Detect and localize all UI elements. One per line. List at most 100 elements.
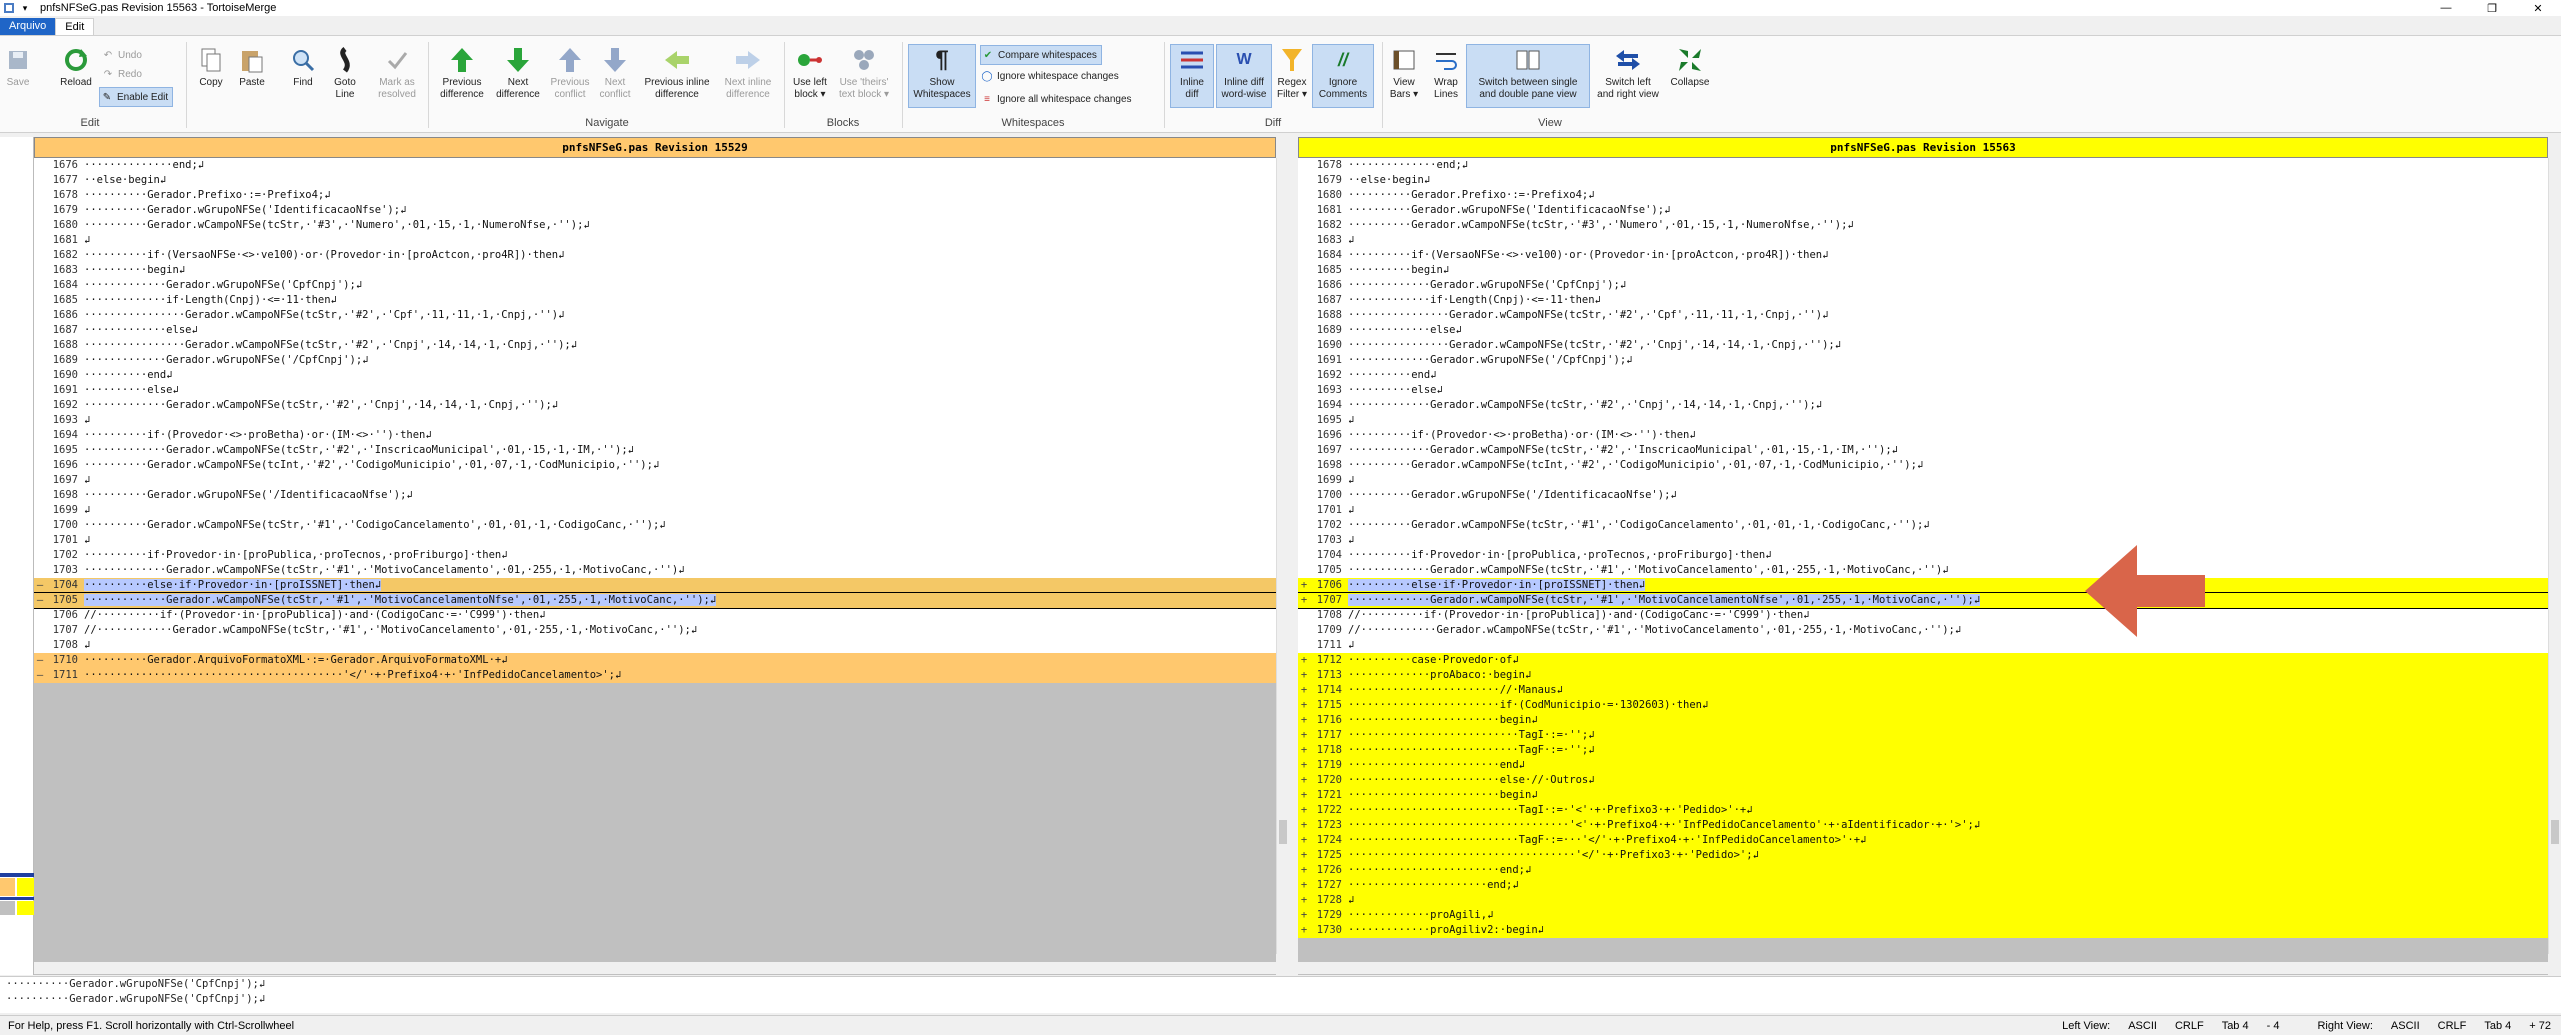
code-line[interactable]: 1685 ··········begin↲ [1298,263,2548,278]
code-line[interactable]: 1702 ··········Gerador.wCampoNFSe(tcStr,·… [1298,518,2548,533]
code-line[interactable]: 1692 ·············Gerador.wCampoNFSe(tcSt… [34,398,1276,413]
tab-file[interactable]: Arquivo [0,18,56,36]
code-line[interactable]: +1722 ···························TagI·:=·… [1298,803,2548,818]
ignore-whitespace-changes-option[interactable]: ◯ Ignore whitespace changes [980,66,1118,86]
code-line[interactable]: 1697 ·············Gerador.wCampoNFSe(tcSt… [1298,443,2548,458]
code-line[interactable]: 1697 ↲ [34,473,1276,488]
code-line[interactable]: 1683 ··········begin↲ [34,263,1276,278]
code-line[interactable]: +1721 ························begin↲ [1298,788,2548,803]
code-line[interactable]: 1681 ↲ [34,233,1276,248]
code-line[interactable]: — 1711 ···································… [34,668,1276,683]
code-line[interactable]: 1679 ··else·begin↲ [1298,173,2548,188]
switch-left-right-button[interactable]: Switch left and right view [1594,45,1662,101]
code-line[interactable]: 1689 ·············Gerador.wGrupoNFSe('/Cp… [34,353,1276,368]
code-line[interactable]: 1701 ↲ [34,533,1276,548]
goto-line-button[interactable]: Goto Line [330,45,360,101]
code-line[interactable]: 1690 ··········end↲ [34,368,1276,383]
ignore-comments-button[interactable]: // Ignore Comments [1312,44,1374,108]
code-line[interactable]: +1725 ···································… [1298,848,2548,863]
collapse-button[interactable]: Collapse [1666,45,1714,89]
left-code-lines[interactable]: 1676 ··············end;↲ 1677 ··else·begin↲… [34,158,1276,683]
save-button[interactable]: Save [6,45,30,89]
inline-diff-button[interactable]: Inline diff [1170,44,1214,108]
code-line[interactable]: — 1710 ··········Gerador.ArquivoFormatoXML… [34,653,1276,668]
code-line[interactable]: 1700 ··········Gerador.wCampoNFSe(tcStr,·… [34,518,1276,533]
code-line[interactable]: 1696 ··········Gerador.wCampoNFSe(tcInt,·… [34,458,1276,473]
code-line[interactable]: 1704 ··········if·Provedor·in·[proPublica… [1298,548,2548,563]
code-line[interactable]: +1724 ···························TagF·:=·… [1298,833,2548,848]
code-line[interactable]: 1692 ··········end↲ [1298,368,2548,383]
previous-inline-difference-button[interactable]: Previous inline difference [638,45,716,101]
code-line[interactable]: 1685 ·············if·Length(Cnpj)·<=·11·t… [34,293,1276,308]
code-line[interactable]: +1719 ························end↲ [1298,758,2548,773]
code-line[interactable]: 1699 ↲ [34,503,1276,518]
right-code-lines[interactable]: 1678 ··············end;↲ 1679 ··else·begin↲… [1298,158,2548,938]
next-difference-button[interactable]: Next difference [492,45,544,101]
undo-button[interactable]: ↶ Undo [101,45,142,65]
inline-diff-word-wise-button[interactable]: W Inline diff word-wise [1216,44,1272,108]
right-vertical-scrollbar[interactable] [2548,158,2561,954]
minimize-button[interactable]: — [2423,0,2469,16]
code-line[interactable]: 1688 ················Gerador.wCampoNFSe(t… [1298,308,2548,323]
code-line[interactable]: 1709 //············Gerador.wCampoNFSe(tcS… [1298,623,2548,638]
previous-difference-button[interactable]: Previous difference [434,45,490,101]
reload-button[interactable]: Reload [58,45,94,89]
right-tab[interactable]: Tab 4 [2484,1020,2511,1032]
code-line[interactable]: 1698 ··········Gerador.wGrupoNFSe('/Ident… [34,488,1276,503]
code-line[interactable]: +1729 ·············proAgili,↲ [1298,908,2548,923]
code-line[interactable]: 1700 ··········Gerador.wGrupoNFSe('/Ident… [1298,488,2548,503]
code-line[interactable]: +1720 ························else·//·Out… [1298,773,2548,788]
right-eol[interactable]: CRLF [2438,1020,2467,1032]
code-line[interactable]: 1678 ··············end;↲ [1298,158,2548,173]
code-line[interactable]: 1693 ··········else↲ [1298,383,2548,398]
code-line[interactable]: 1706 //··········if·(Provedor·in·[proPubl… [34,608,1276,623]
code-line[interactable]: +1723 ···································… [1298,818,2548,833]
mark-resolved-button[interactable]: Mark as resolved [374,45,420,101]
left-vertical-scrollbar[interactable] [1276,158,1289,954]
code-line[interactable]: 1702 ··········if·Provedor·in·[proPublica… [34,548,1276,563]
scroll-thumb[interactable] [1279,820,1287,844]
code-line[interactable]: +1713 ·············proAbaco:·begin↲ [1298,668,2548,683]
code-line[interactable]: — 1705 ·············Gerador.wCampoNFSe(tcS… [34,592,1276,609]
code-line[interactable]: 1695 ↲ [1298,413,2548,428]
code-line[interactable]: 1678 ··········Gerador.Prefixo·:=·Prefixo… [34,188,1276,203]
code-line[interactable]: 1707 //············Gerador.wCampoNFSe(tcS… [34,623,1276,638]
code-line[interactable]: 1708 //··········if·(Provedor·in·[proPubl… [1298,608,2548,623]
right-encoding[interactable]: ASCII [2391,1020,2420,1032]
use-left-block-button[interactable]: Use left block ▾ [788,45,832,101]
left-eol[interactable]: CRLF [2175,1020,2204,1032]
enable-edit-button[interactable]: ✎ Enable Edit [99,87,174,107]
code-line[interactable]: +1728 ↲ [1298,893,2548,908]
code-line[interactable]: 1703 ·············Gerador.wCampoNFSe(tcSt… [34,563,1276,578]
code-line[interactable]: +1730 ·············proAgiliv2:·begin↲ [1298,923,2548,938]
right-horizontal-scrollbar[interactable] [1298,962,2561,974]
code-line[interactable]: 1684 ··········if·(VersaoNFSe·<>·ve100)·o… [1298,248,2548,263]
code-line[interactable]: 1695 ·············Gerador.wCampoNFSe(tcSt… [34,443,1276,458]
code-line[interactable]: +1717 ···························TagI·:=·… [1298,728,2548,743]
paste-button[interactable]: Paste [236,45,268,89]
previous-conflict-button[interactable]: Previous conflict [548,45,592,101]
code-line[interactable]: 1689 ·············else↲ [1298,323,2548,338]
left-horizontal-scrollbar[interactable] [34,962,1289,974]
code-line[interactable]: 1687 ·············if·Length(Cnpj)·<=·11·t… [1298,293,2548,308]
code-line[interactable]: 1681 ··········Gerador.wGrupoNFSe('Identi… [1298,203,2548,218]
close-button[interactable]: ✕ [2515,0,2561,16]
code-line[interactable]: 1691 ·············Gerador.wGrupoNFSe('/Cp… [1298,353,2548,368]
scroll-thumb[interactable] [2551,820,2559,844]
code-line[interactable]: 1679 ··········Gerador.wGrupoNFSe('Identi… [34,203,1276,218]
next-inline-difference-button[interactable]: Next inline difference [718,45,778,101]
code-line[interactable]: +1707 ·············Gerador.wCampoNFSe(tcS… [1298,592,2548,609]
code-line[interactable]: 1694 ··········if·(Provedor·<>·proBetha)·… [34,428,1276,443]
code-line[interactable]: 1701 ↲ [1298,503,2548,518]
regex-filter-button[interactable]: Regex Filter ▾ [1274,45,1310,101]
code-line[interactable]: — 1704 ··········else·if·Provedor·in·[proI… [34,578,1276,593]
code-line[interactable]: +1726 ························end;↲ [1298,863,2548,878]
code-line[interactable]: 1682 ··········if·(VersaoNFSe·<>·ve100)·o… [34,248,1276,263]
code-line[interactable]: 1677 ··else·begin↲ [34,173,1276,188]
view-bars-button[interactable]: View Bars ▾ [1386,45,1422,101]
code-line[interactable]: 1691 ··········else↲ [34,383,1276,398]
compare-whitespaces-option[interactable]: ✔ Compare whitespaces [980,45,1102,65]
copy-button[interactable]: Copy [196,45,226,89]
code-line[interactable]: 1698 ··········Gerador.wCampoNFSe(tcInt,·… [1298,458,2548,473]
code-line[interactable]: 1699 ↲ [1298,473,2548,488]
